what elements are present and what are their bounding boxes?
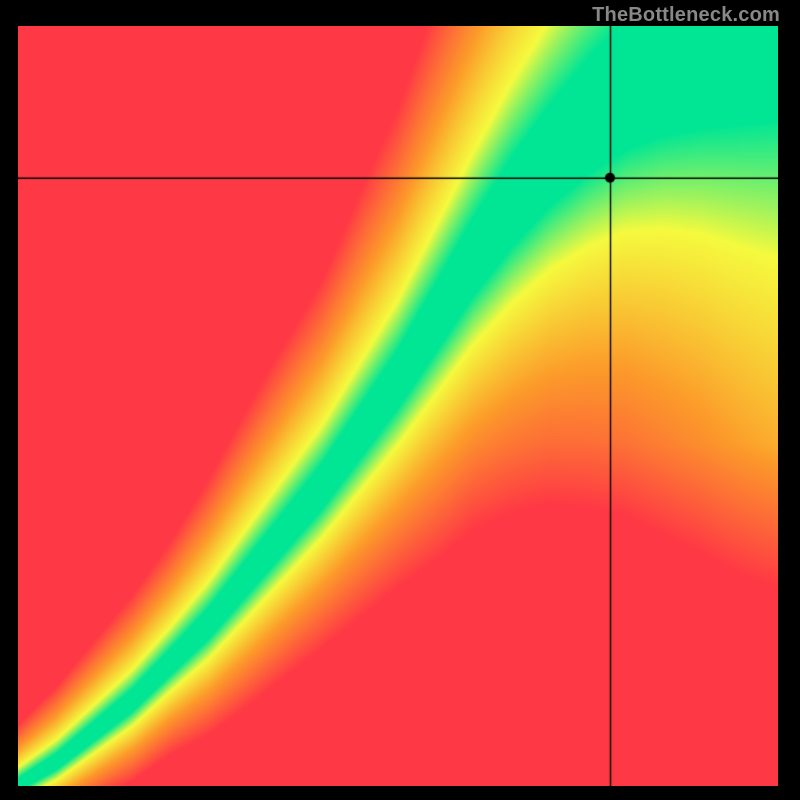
- bottleneck-heatmap: [18, 26, 778, 786]
- watermark-text: TheBottleneck.com: [592, 4, 780, 27]
- chart-container: TheBottleneck.com: [0, 0, 800, 800]
